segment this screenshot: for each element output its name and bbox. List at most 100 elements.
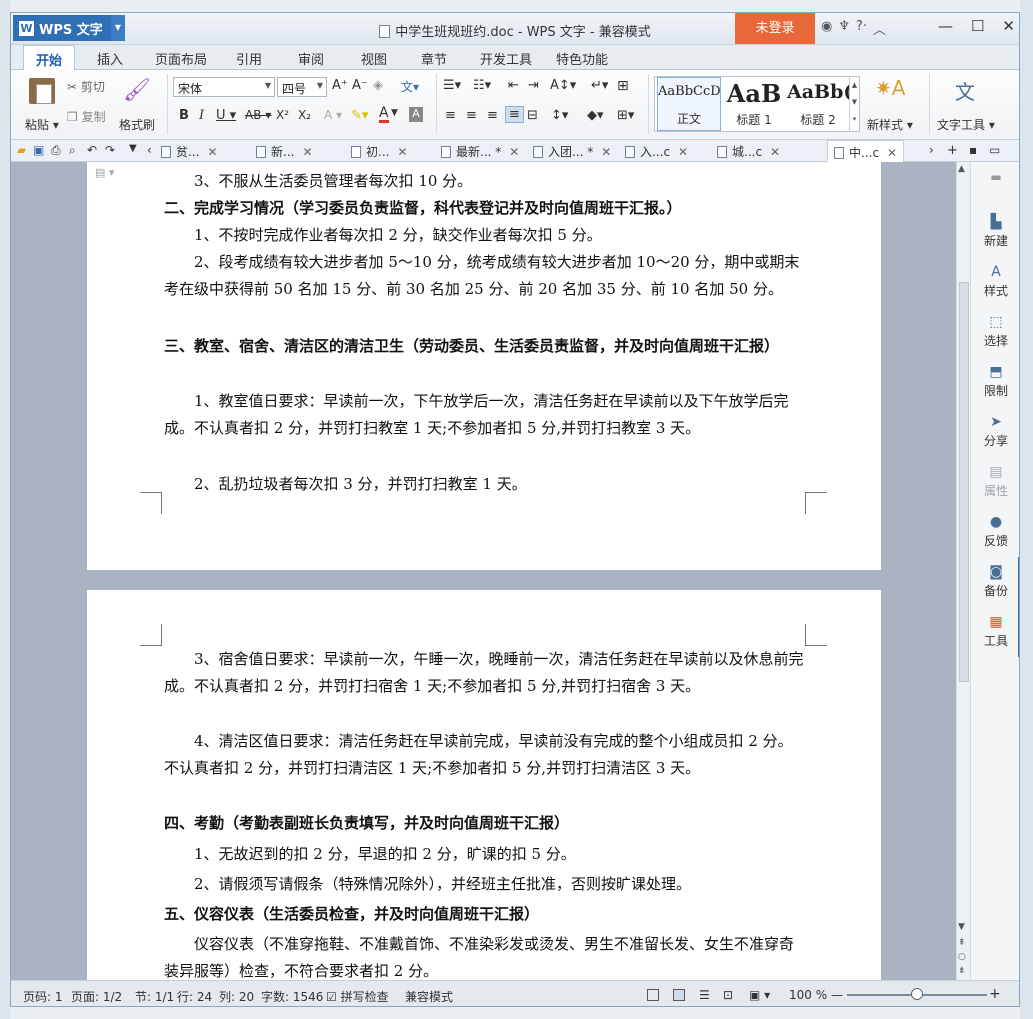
- print-icon[interactable]: ⎙: [51, 143, 61, 158]
- bold-icon[interactable]: B: [179, 108, 189, 123]
- scroll-down-icon[interactable]: ▼: [958, 922, 965, 932]
- spell-check-toggle[interactable]: ☑ 拼写检查: [326, 988, 389, 1005]
- strikethrough-icon[interactable]: AB ▾: [245, 108, 271, 122]
- tab-references[interactable]: 引用: [236, 49, 262, 68]
- doc-tab[interactable]: 初... ✕: [351, 143, 408, 160]
- cut-button[interactable]: ✂ 剪切: [67, 78, 105, 95]
- close-tab-icon[interactable]: ✕: [397, 145, 407, 159]
- new-style-button[interactable]: 新样式 ▾: [867, 116, 913, 133]
- text-tools-icon[interactable]: 文: [955, 76, 975, 105]
- show-marks-icon[interactable]: ↵▾: [591, 78, 608, 93]
- shirt-icon[interactable]: ♆: [838, 19, 850, 38]
- tabs-scroll-right-icon[interactable]: ›: [929, 143, 934, 157]
- undo-icon[interactable]: ↶: [87, 143, 97, 157]
- tab-menu-icon[interactable]: ▪: [969, 143, 977, 157]
- close-tab-icon[interactable]: ✕: [678, 145, 688, 159]
- task-panel-menu-icon[interactable]: ▬: [971, 170, 1019, 184]
- close-tab-icon[interactable]: ✕: [770, 145, 780, 159]
- close-tab-icon[interactable]: ✕: [887, 146, 897, 160]
- numbered-list-icon[interactable]: ☷▾: [473, 78, 491, 93]
- tab-developer[interactable]: 开发工具: [480, 49, 532, 68]
- sort-icon[interactable]: A↕▾: [550, 78, 576, 93]
- tab-view[interactable]: 视图: [361, 49, 387, 68]
- scroll-up-icon[interactable]: ▲: [958, 164, 965, 174]
- zoom-level[interactable]: 100 %: [789, 988, 827, 1002]
- doc-tab-active[interactable]: 中...c ✕: [827, 140, 905, 162]
- task-style[interactable]: A 样式: [971, 264, 1019, 299]
- tab-home[interactable]: 开始: [23, 45, 76, 71]
- doc-tab[interactable]: 贫... ✕: [161, 143, 218, 160]
- decrease-indent-icon[interactable]: ⇤: [508, 78, 519, 93]
- tab-review[interactable]: 审阅: [298, 49, 324, 68]
- save-icon[interactable]: ▣: [33, 143, 44, 157]
- collapse-ribbon-icon[interactable]: ︿: [873, 19, 886, 38]
- tab-list-icon[interactable]: ▭: [989, 143, 1000, 157]
- help-icon[interactable]: ?·: [856, 19, 867, 38]
- align-right-icon[interactable]: ≡: [487, 108, 498, 123]
- task-feedback[interactable]: ● 反馈: [971, 514, 1019, 549]
- zoom-slider-knob[interactable]: [911, 988, 923, 1000]
- redo-icon[interactable]: ↷: [105, 143, 115, 157]
- document-canvas[interactable]: ▤ ▾ 3、不服从生活委员管理者每次扣 10 分。 二、完成学习情况（学习委员负…: [11, 162, 956, 980]
- text-tools-button[interactable]: 文字工具 ▾: [937, 116, 995, 133]
- paste-button[interactable]: 粘贴 ▾: [25, 116, 59, 133]
- tab-page-layout[interactable]: 页面布局: [155, 49, 207, 68]
- text-effect-icon[interactable]: A ▾: [324, 108, 342, 122]
- bullet-list-icon[interactable]: ☰▾: [443, 78, 461, 93]
- next-page-icon[interactable]: ⇟: [958, 966, 966, 976]
- style-heading-1[interactable]: AaB 标题 1: [723, 77, 785, 131]
- italic-icon[interactable]: I: [199, 108, 204, 123]
- font-color-icon[interactable]: A: [379, 106, 389, 123]
- style-normal[interactable]: AaBbCcD 正文: [657, 77, 721, 131]
- close-tab-icon[interactable]: ✕: [302, 145, 312, 159]
- tab-chapter[interactable]: 章节: [421, 49, 447, 68]
- web-view-icon[interactable]: ⊡: [723, 988, 733, 1002]
- zoom-in-icon[interactable]: +: [989, 986, 1001, 1002]
- scroll-thumb[interactable]: [959, 282, 969, 682]
- char-shading-icon[interactable]: A: [409, 107, 423, 122]
- task-new[interactable]: ▙ 新建: [971, 214, 1019, 249]
- browse-object-icon[interactable]: ○: [958, 952, 966, 962]
- full-screen-icon[interactable]: [647, 988, 659, 1002]
- format-painter-button[interactable]: 格式刷: [119, 116, 155, 133]
- line-spacing-icon[interactable]: ↕▾: [551, 108, 568, 123]
- close-tab-icon[interactable]: ✕: [601, 145, 611, 159]
- status-word-count[interactable]: 字数: 1546: [261, 988, 323, 1005]
- task-restrict[interactable]: ⬒ 限制: [971, 364, 1019, 399]
- task-backup[interactable]: ◙ 备份: [971, 564, 1019, 599]
- new-tab-icon[interactable]: +: [947, 143, 958, 158]
- highlight-icon[interactable]: ✎▾: [351, 108, 368, 123]
- prev-page-icon[interactable]: ⇞: [958, 938, 966, 948]
- superscript-icon[interactable]: X²: [276, 108, 289, 122]
- font-size-combo[interactable]: 四号 ▼: [277, 77, 327, 97]
- distributed-icon[interactable]: ⊟: [527, 108, 538, 123]
- clear-format-icon[interactable]: ◈: [373, 78, 383, 93]
- skin-icon[interactable]: ◉: [821, 19, 832, 38]
- increase-indent-icon[interactable]: ⇥: [528, 78, 539, 93]
- close-icon[interactable]: ✕: [1002, 17, 1015, 35]
- close-tab-icon[interactable]: ✕: [509, 145, 519, 159]
- format-painter-icon[interactable]: 🖌: [123, 78, 151, 104]
- doc-tab[interactable]: 最新... * ✕: [441, 143, 519, 160]
- print-preview-icon[interactable]: ⌕: [69, 143, 76, 158]
- task-tools[interactable]: ▦ 工具: [971, 614, 1019, 649]
- tab-insert[interactable]: 插入: [97, 49, 123, 68]
- page-2[interactable]: 3、宿舍值日要求：早读前一次，午睡一次，晚睡前一次，清洁任务赶在早读前以及休息前…: [87, 590, 881, 980]
- copy-button[interactable]: ❐ 复制: [67, 108, 106, 125]
- phonetic-guide-icon[interactable]: 文▾: [401, 78, 419, 95]
- page-1[interactable]: ▤ ▾ 3、不服从生活委员管理者每次扣 10 分。 二、完成学习情况（学习委员负…: [87, 162, 881, 570]
- align-left-icon[interactable]: ≡: [445, 108, 456, 123]
- vertical-scrollbar[interactable]: ▲ ▼ ⇞ ○ ⇟: [956, 162, 970, 980]
- doc-tab[interactable]: 城...c ✕: [717, 143, 780, 160]
- font-name-combo[interactable]: 宋体 ▼: [173, 77, 275, 97]
- tabs-scroll-left-icon[interactable]: ‹: [147, 143, 152, 157]
- subscript-icon[interactable]: X₂: [298, 108, 311, 122]
- underline-icon[interactable]: U ▾: [216, 108, 236, 123]
- tab-special-features[interactable]: 特色功能: [556, 49, 608, 68]
- style-heading-2[interactable]: AaBb( 标题 2: [787, 77, 849, 131]
- zoom-out-icon[interactable]: —: [831, 988, 843, 1002]
- doc-tab[interactable]: 入团... * ✕: [533, 143, 611, 160]
- border-icon[interactable]: ⊞▾: [617, 108, 634, 123]
- close-tab-icon[interactable]: ✕: [207, 145, 217, 159]
- paragraph-marker-icon[interactable]: ▤ ▾: [95, 166, 114, 179]
